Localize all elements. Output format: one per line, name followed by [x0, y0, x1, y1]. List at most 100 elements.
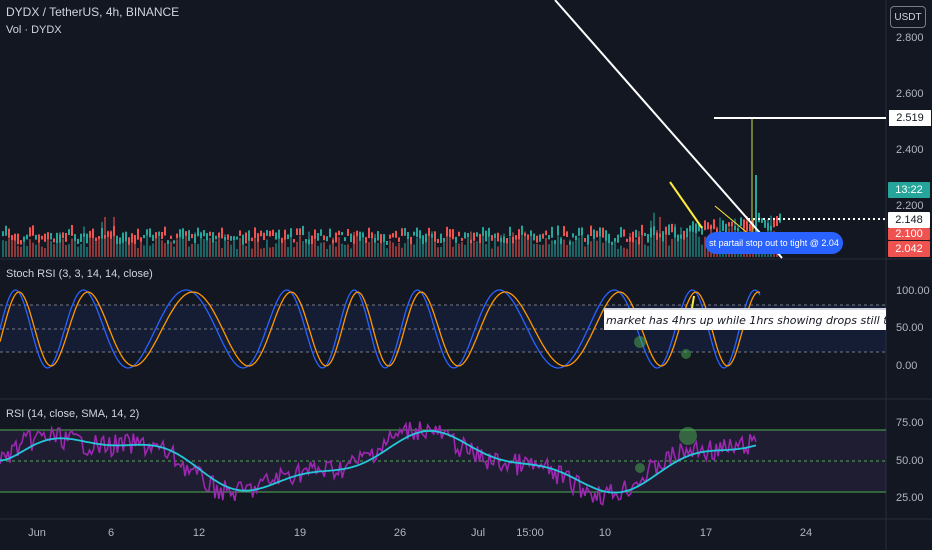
volume-bar	[671, 238, 673, 257]
volume-bar	[317, 245, 319, 257]
candle	[302, 225, 304, 236]
candle	[155, 232, 157, 239]
volume-bar	[170, 241, 172, 257]
volume-bar	[173, 246, 175, 257]
stoch-marker	[681, 349, 691, 359]
volume-bar	[149, 245, 151, 257]
candle	[50, 232, 52, 240]
candle	[185, 231, 187, 236]
volume-bar	[53, 244, 55, 257]
volume-bar	[26, 245, 28, 257]
volume-bar	[71, 238, 73, 257]
volume-label[interactable]: Vol · DYDX	[6, 24, 62, 36]
candle	[2, 231, 4, 237]
stoch-note[interactable]: market has 4hrs up while 1hrs showing dr…	[604, 308, 886, 330]
candle	[245, 232, 247, 244]
stoch-rsi-label[interactable]: Stoch RSI (3, 3, 14, 14, close)	[6, 268, 153, 280]
candle	[122, 232, 124, 243]
stop-callout[interactable]: st partail stop out to tight @ 2.04	[705, 232, 843, 254]
volume-bar	[320, 242, 322, 257]
volume-bar	[65, 245, 67, 257]
volume-bar	[299, 235, 301, 257]
candle	[647, 233, 649, 243]
candle	[626, 238, 628, 242]
volume-bar	[629, 233, 631, 257]
volume-bar	[17, 245, 19, 257]
candle	[578, 227, 580, 236]
volume-bar	[302, 241, 304, 257]
candle	[527, 234, 529, 240]
volume-bar	[293, 247, 295, 257]
volume-bar	[668, 245, 670, 257]
volume-bar	[308, 231, 310, 257]
candle	[221, 227, 223, 239]
candle	[149, 228, 151, 238]
volume-bar	[521, 235, 523, 257]
current-price-tag: 2.042	[888, 241, 930, 257]
volume-bar	[74, 240, 76, 257]
volume-bar	[164, 243, 166, 257]
volume-bar	[689, 227, 691, 257]
volume-bar	[545, 237, 547, 257]
volume-bar	[269, 247, 271, 257]
candle	[641, 224, 643, 236]
candle	[152, 234, 154, 241]
volume-bar	[326, 248, 328, 257]
candle	[140, 237, 142, 242]
candle	[83, 233, 85, 237]
candle	[401, 228, 403, 236]
volume-bar	[41, 246, 43, 257]
candle	[293, 239, 295, 243]
candle	[329, 228, 331, 238]
candle	[386, 240, 388, 245]
candle	[194, 234, 196, 243]
volume-bar	[263, 247, 265, 257]
volume-bar	[386, 248, 388, 257]
candle	[383, 234, 385, 242]
candle	[191, 233, 193, 239]
candle	[182, 228, 184, 239]
volume-bar	[401, 247, 403, 257]
symbol-title[interactable]: DYDX / TetherUS, 4h, BINANCE	[6, 5, 179, 19]
rsi-label[interactable]: RSI (14, close, SMA, 14, 2)	[6, 408, 139, 420]
volume-bar	[113, 216, 115, 257]
price-tag-2100: 2.100	[888, 228, 930, 240]
candle	[461, 237, 463, 241]
volume-bar	[5, 241, 7, 257]
candle	[707, 222, 709, 230]
volume-bar	[176, 239, 178, 257]
candle	[317, 233, 319, 241]
candle	[266, 230, 268, 236]
candle	[392, 233, 394, 238]
time-tick: 24	[799, 527, 813, 539]
candle	[488, 227, 490, 237]
candle	[551, 226, 553, 238]
candle	[335, 232, 337, 243]
time-tick: 10	[598, 527, 612, 539]
candle	[440, 233, 442, 244]
volume-bar	[599, 233, 601, 257]
candle	[689, 225, 691, 232]
price-tick: 2.400	[896, 144, 924, 156]
candle	[272, 229, 274, 237]
candle	[89, 230, 91, 238]
volume-bar	[605, 240, 607, 257]
candle	[662, 231, 664, 242]
candle	[131, 233, 133, 243]
volume-bar	[329, 244, 331, 257]
candle	[53, 238, 55, 243]
candle	[74, 234, 76, 241]
candle	[731, 221, 733, 227]
candle	[503, 236, 505, 243]
candle	[539, 234, 541, 242]
volume-bar	[161, 240, 163, 257]
candle	[434, 231, 436, 242]
currency-button[interactable]: USDT	[890, 6, 926, 28]
candle	[629, 237, 631, 242]
level-price-tag: 2.148	[888, 212, 930, 228]
candle	[485, 230, 487, 242]
candle	[299, 228, 301, 236]
volume-bar	[254, 237, 256, 257]
candle	[599, 227, 601, 237]
price-tick: 2.200	[896, 200, 924, 212]
